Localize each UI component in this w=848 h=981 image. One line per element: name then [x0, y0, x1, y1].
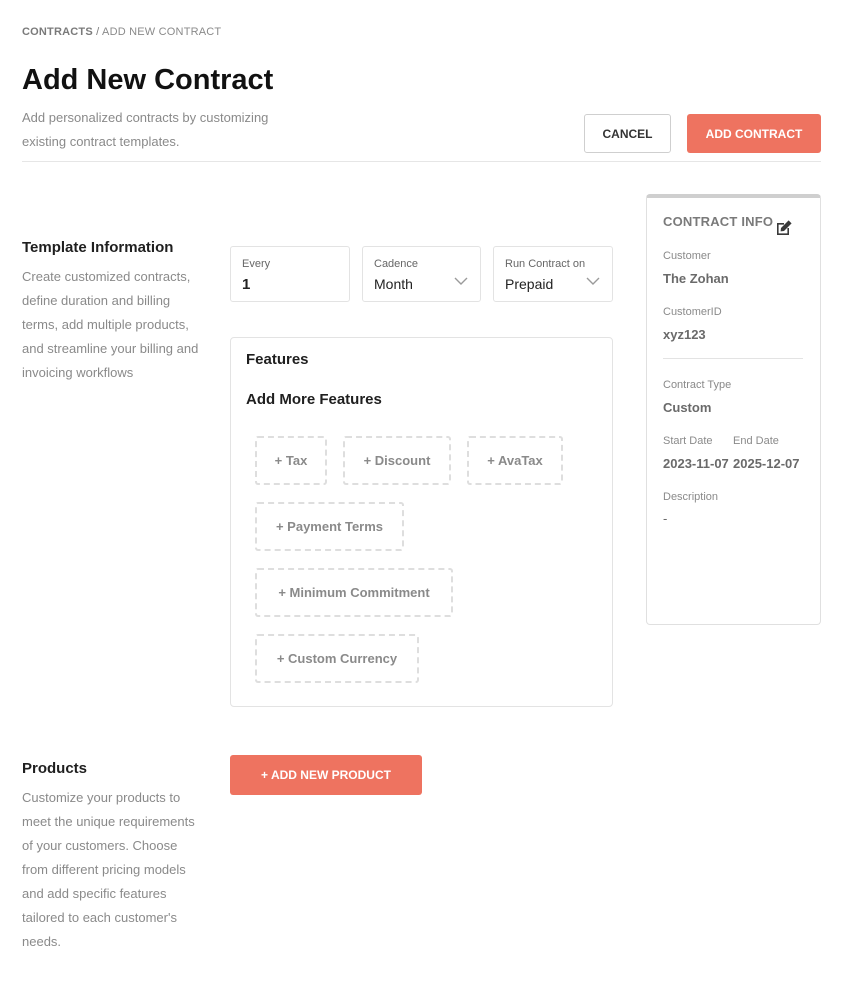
run-contract-on-select[interactable]: Run Contract on Prepaid: [493, 246, 613, 302]
customer-value: The Zohan: [663, 271, 729, 286]
page-title: Add New Contract: [22, 64, 274, 96]
run-contract-on-value: Prepaid: [505, 276, 554, 292]
products-title: Products: [22, 760, 88, 777]
add-tax-button[interactable]: + Tax: [255, 436, 327, 485]
features-title: Features: [246, 351, 309, 368]
chevron-down-icon: [454, 277, 468, 285]
contract-info-title: CONTRACT INFO: [663, 214, 774, 229]
add-payment-terms-button[interactable]: + Payment Terms: [255, 502, 404, 551]
end-date-label: End Date: [733, 435, 779, 447]
contract-type-value: Custom: [663, 400, 712, 415]
products-description: Customize your products to meet the uniq…: [22, 790, 195, 949]
every-field[interactable]: Every 1: [230, 246, 350, 302]
chevron-down-icon: [586, 277, 600, 285]
every-label: Every: [242, 258, 271, 270]
start-date-label: Start Date: [663, 435, 713, 447]
end-date-value: 2025-12-07: [733, 456, 800, 471]
add-new-product-button[interactable]: + ADD NEW PRODUCT: [230, 755, 422, 795]
breadcrumb-current: ADD NEW CONTRACT: [102, 26, 222, 38]
run-contract-on-label: Run Contract on: [505, 258, 586, 270]
customer-id-value: xyz123: [663, 327, 706, 342]
template-info-description: Create customized contracts, define dura…: [22, 269, 199, 380]
add-avatax-button[interactable]: + AvaTax: [467, 436, 563, 485]
customer-id-label: CustomerID: [663, 306, 722, 318]
add-discount-button[interactable]: + Discount: [343, 436, 451, 485]
breadcrumb: CONTRACTS / ADD NEW CONTRACT: [22, 26, 221, 38]
breadcrumb-contracts-link[interactable]: CONTRACTS: [22, 26, 93, 38]
cadence-select[interactable]: Cadence Month: [362, 246, 481, 302]
description-label: Description: [663, 491, 719, 503]
contract-type-label: Contract Type: [663, 379, 732, 391]
cadence-label: Cadence: [374, 258, 419, 270]
cadence-value: Month: [374, 276, 413, 292]
page-subtitle: Add personalized contracts by customizin…: [22, 110, 269, 149]
breadcrumb-separator: /: [96, 26, 100, 38]
cancel-button[interactable]: CANCEL: [584, 114, 671, 153]
add-custom-currency-button[interactable]: + Custom Currency: [255, 634, 419, 683]
start-date-value: 2023-11-07: [663, 456, 729, 471]
template-info-title: Template Information: [22, 239, 174, 256]
add-contract-button[interactable]: ADD CONTRACT: [687, 114, 821, 153]
description-value: -: [663, 511, 668, 526]
info-divider: [663, 358, 803, 359]
contract-info-card: CONTRACT INFO Customer The Zohan Custome…: [646, 194, 821, 625]
edit-icon[interactable]: [774, 218, 794, 238]
page-header: CONTRACTS / ADD NEW CONTRACT Add New Con…: [22, 6, 821, 162]
customer-label: Customer: [663, 250, 711, 262]
every-input[interactable]: 1: [242, 276, 250, 293]
features-card: Features Add More Features + Tax + Disco…: [230, 337, 613, 707]
add-more-features-title: Add More Features: [246, 391, 382, 408]
add-minimum-commitment-button[interactable]: + Minimum Commitment: [255, 568, 453, 617]
